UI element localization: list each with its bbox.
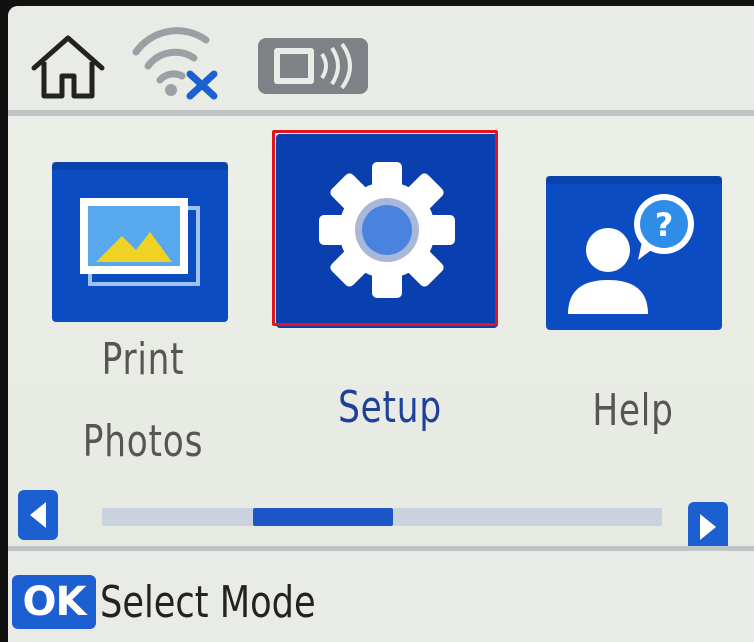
print-photos-label-line2: Photos [82,416,204,467]
arrow-right-icon [700,514,716,540]
svg-text:?: ? [655,206,674,244]
arrow-left-icon [30,502,46,528]
scroll-track[interactable] [102,508,662,526]
scroll-right-button[interactable] [688,502,728,552]
help-tile[interactable]: ? [546,176,722,330]
scroll-thumb[interactable] [253,508,393,526]
select-mode-hint: Select Mode [100,577,316,628]
photo-icon [80,198,200,286]
scroll-left-button[interactable] [18,490,58,540]
status-bar [8,6,754,110]
wifi-disconnected-icon [132,27,218,100]
printer-display: ? Print Photos Setup Help OK Select Mode [0,0,754,642]
ok-button[interactable]: OK [12,575,96,629]
home-icon[interactable] [28,32,108,102]
help-label: Help [592,385,674,436]
help-person-icon: ? [568,194,694,314]
setup-label: Setup [338,382,442,433]
print-photos-tile[interactable] [52,162,228,322]
selection-highlight [272,130,498,326]
status-divider [8,110,754,116]
print-photos-label-line1: Print [101,334,185,385]
nfc-icon [258,38,368,94]
bottom-bar: OK Select Mode [8,551,754,642]
lcd-panel: ? Print Photos Setup Help OK Select Mode [8,6,754,642]
